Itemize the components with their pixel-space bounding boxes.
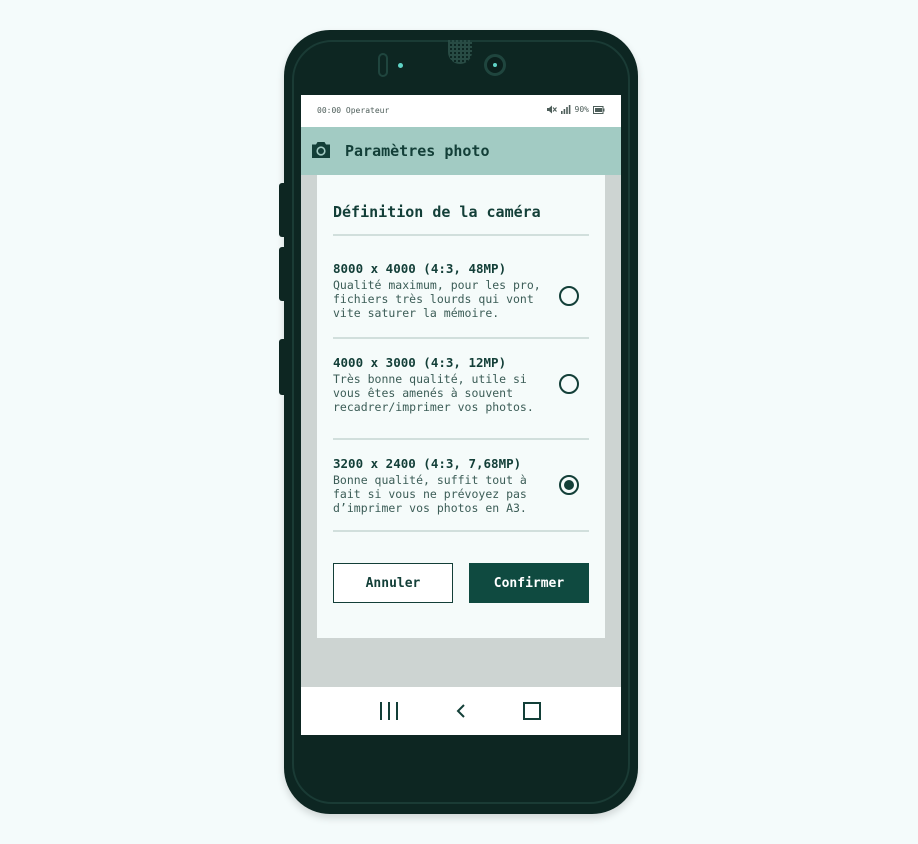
- status-right: 90%: [546, 105, 605, 114]
- divider: [333, 438, 589, 440]
- battery-icon: [593, 105, 605, 114]
- screen: 00:00 Operateur 90% Paramètres photo Déf…: [301, 95, 621, 735]
- app-bar: Paramètres photo: [301, 127, 621, 175]
- radio-button-12mp[interactable]: [559, 374, 579, 394]
- resolution-dialog: Définition de la caméra 8000 x 4000 (4:3…: [317, 175, 605, 638]
- volume-down-button: [279, 247, 285, 301]
- option-title: 3200 x 2400 (4:3, 7,68MP): [333, 456, 522, 471]
- speaker-grille: [448, 40, 472, 64]
- page-title: Paramètres photo: [345, 142, 490, 160]
- navigation-bar: [301, 687, 621, 735]
- front-camera: [484, 54, 506, 76]
- signal-icon: [560, 105, 571, 114]
- battery-percent: 90%: [574, 105, 589, 114]
- status-bar: 00:00 Operateur 90%: [301, 95, 621, 127]
- divider: [333, 337, 589, 339]
- option-description: Très bonne qualité, utile si vous êtes a…: [333, 372, 534, 414]
- status-left: 00:00 Operateur: [317, 106, 389, 115]
- option-48mp[interactable]: 8000 x 4000 (4:3, 48MP) Qualité maximum,…: [333, 261, 589, 331]
- divider: [333, 530, 589, 532]
- option-title: 8000 x 4000 (4:3, 48MP): [333, 261, 507, 276]
- phone-frame: 00:00 Operateur 90% Paramètres photo Déf…: [279, 30, 638, 814]
- camera-icon: [311, 141, 331, 163]
- option-12mp[interactable]: 4000 x 3000 (4:3, 12MP) Très bonne quali…: [333, 355, 589, 425]
- cancel-button[interactable]: Annuler: [333, 563, 453, 603]
- status-operator: Operateur: [345, 106, 390, 115]
- dialog-title: Définition de la caméra: [333, 203, 541, 221]
- home-icon[interactable]: [523, 702, 541, 724]
- radio-button-48mp[interactable]: [559, 286, 579, 306]
- status-time: 00:00: [317, 106, 342, 115]
- option-7-68mp[interactable]: 3200 x 2400 (4:3, 7,68MP) Bonne qualité,…: [333, 456, 589, 526]
- back-icon[interactable]: [455, 703, 467, 723]
- volume-up-button: [279, 183, 285, 237]
- mute-icon: [546, 105, 557, 114]
- option-title: 4000 x 3000 (4:3, 12MP): [333, 355, 507, 370]
- stage: 00:00 Operateur 90% Paramètres photo Déf…: [0, 0, 918, 844]
- divider: [333, 234, 589, 236]
- proximity-sensor: [378, 53, 388, 77]
- recents-icon[interactable]: [379, 702, 399, 724]
- option-description: Bonne qualité, suffit tout à fait si vou…: [333, 473, 527, 515]
- light-sensor: [398, 63, 403, 68]
- option-description: Qualité maximum, pour les pro, fichiers …: [333, 278, 541, 320]
- power-button: [279, 339, 285, 395]
- confirm-button[interactable]: Confirmer: [469, 563, 589, 603]
- radio-button-7-68mp[interactable]: [559, 475, 579, 495]
